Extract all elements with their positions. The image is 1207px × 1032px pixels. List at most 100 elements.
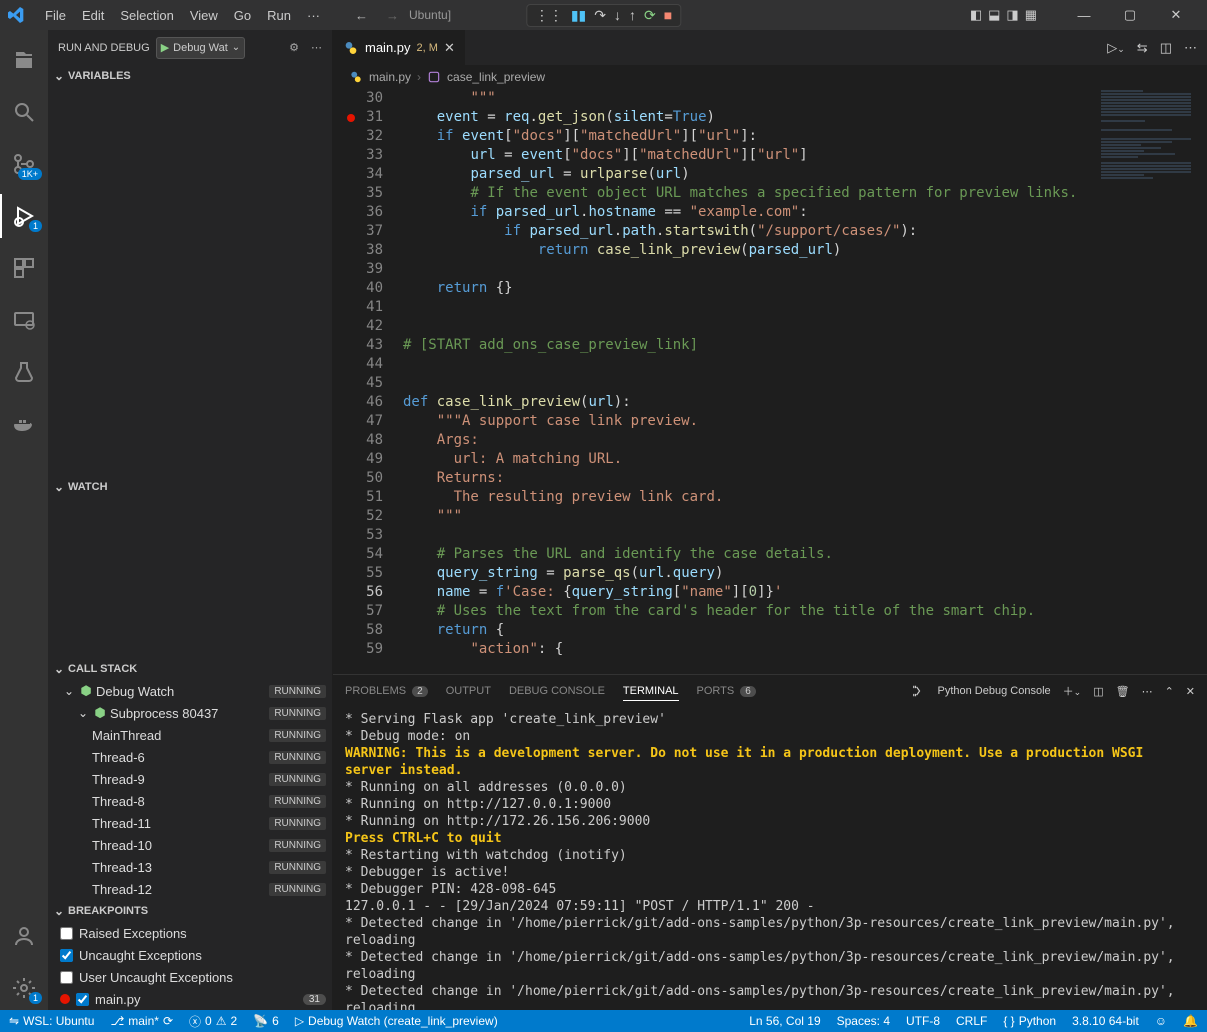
line-number[interactable]: 40 (333, 279, 383, 298)
minimize-button[interactable]: — (1061, 0, 1107, 30)
layout-sidebar-right-icon[interactable]: ◨ (1006, 7, 1018, 23)
callstack-header[interactable]: ⌄ CALL STACK (48, 658, 332, 680)
debug-restart-icon[interactable]: ⟳ (644, 7, 656, 24)
code-line[interactable]: def case_link_preview(url): (403, 393, 1087, 412)
debug-step-over-icon[interactable]: ↷ (594, 7, 606, 24)
line-number[interactable]: 57 (333, 602, 383, 621)
checkbox[interactable] (60, 949, 73, 962)
layout-panel-icon[interactable]: ⬓ (988, 7, 1000, 23)
status-debug[interactable]: ▷ Debug Watch (create_link_preview) (292, 1014, 501, 1028)
callstack-row[interactable]: Thread-11RUNNING (48, 812, 332, 834)
line-number[interactable]: 54 (333, 545, 383, 564)
callstack-row[interactable]: MainThreadRUNNING (48, 724, 332, 746)
compare-icon[interactable]: ⇆ (1137, 40, 1148, 56)
line-number[interactable]: 55 (333, 564, 383, 583)
code-line[interactable] (403, 526, 1087, 545)
activity-debug-icon[interactable]: 1 (0, 194, 48, 238)
debug-step-into-icon[interactable]: ↓ (614, 7, 621, 23)
code-line[interactable]: # Uses the text from the card's header f… (403, 602, 1087, 621)
line-number[interactable]: 49 (333, 450, 383, 469)
line-number[interactable]: 36 (333, 203, 383, 222)
line-number[interactable]: 33 (333, 146, 383, 165)
tab-close-icon[interactable]: ✕ (444, 40, 455, 56)
status-feedback-icon[interactable]: ☺ (1152, 1014, 1170, 1028)
tab-ports[interactable]: PORTS 6 (697, 685, 756, 697)
menu-run[interactable]: Run (260, 4, 298, 27)
code-line[interactable]: name = f'Case: {query_string["name"][0]}… (403, 583, 1087, 602)
line-number[interactable]: 48 (333, 431, 383, 450)
variables-header[interactable]: ⌄ VARIABLES (48, 65, 332, 87)
callstack-row[interactable]: Thread-6RUNNING (48, 746, 332, 768)
breakpoint-option[interactable]: User Uncaught Exceptions (48, 966, 332, 988)
activity-account-icon[interactable] (0, 914, 48, 958)
code-line[interactable]: # Parses the URL and identify the case d… (403, 545, 1087, 564)
close-panel-icon[interactable]: ✕ (1186, 685, 1195, 698)
code-line[interactable] (403, 355, 1087, 374)
checkbox[interactable] (76, 993, 89, 1006)
breadcrumb-file[interactable]: main.py (369, 70, 411, 84)
code-line[interactable] (403, 260, 1087, 279)
code-line[interactable]: The resulting preview link card. (403, 488, 1087, 507)
layout-customize-icon[interactable]: ▦ (1025, 7, 1037, 23)
status-cursor[interactable]: Ln 56, Col 19 (746, 1014, 823, 1028)
code-line[interactable]: return case_link_preview(parsed_url) (403, 241, 1087, 260)
tab-problems[interactable]: PROBLEMS 2 (345, 685, 428, 697)
line-number[interactable]: 39 (333, 260, 383, 279)
run-icon[interactable]: ▷⌄ (1107, 40, 1125, 56)
code-line[interactable]: """ (403, 89, 1087, 108)
code-line[interactable]: if parsed_url.path.startswith("/support/… (403, 222, 1087, 241)
line-number[interactable]: 58 (333, 621, 383, 640)
code-line[interactable]: parsed_url = urlparse(url) (403, 165, 1087, 184)
code-line[interactable]: # If the event object URL matches a spec… (403, 184, 1087, 203)
line-number[interactable]: 41 (333, 298, 383, 317)
activity-scm-icon[interactable]: 1K+ (0, 142, 48, 186)
new-terminal-icon[interactable]: ＋⌄ (1063, 683, 1082, 699)
code-line[interactable]: Returns: (403, 469, 1087, 488)
callstack-row[interactable]: Thread-10RUNNING (48, 834, 332, 856)
code-line[interactable]: """A support case link preview. (403, 412, 1087, 431)
more-icon[interactable]: ⋯ (1142, 685, 1153, 698)
code-line[interactable] (403, 374, 1087, 393)
debug-stop-icon[interactable]: ■ (664, 7, 672, 23)
status-problems[interactable]: ⓧ0 ⚠2 (186, 1013, 240, 1030)
callstack-row[interactable]: Thread-8RUNNING (48, 790, 332, 812)
breakpoint-option[interactable]: Raised Exceptions (48, 922, 332, 944)
code-line[interactable]: if event["docs"]["matchedUrl"]["url"]: (403, 127, 1087, 146)
breakpoints-header[interactable]: ⌄ BREAKPOINTS (48, 900, 332, 922)
status-eol[interactable]: CRLF (953, 1014, 990, 1028)
terminal-name[interactable]: Python Debug Console (938, 685, 1051, 697)
line-number[interactable]: 38 (333, 241, 383, 260)
kill-terminal-icon[interactable]: 🗑 (1116, 685, 1130, 698)
line-number[interactable]: 44 (333, 355, 383, 374)
line-number[interactable]: 51 (333, 488, 383, 507)
menu-go[interactable]: Go (227, 4, 258, 27)
line-number[interactable]: 46 (333, 393, 383, 412)
tab-debug-console[interactable]: DEBUG CONSOLE (509, 685, 605, 697)
split-terminal-icon[interactable]: ◫ (1093, 685, 1103, 698)
layout-sidebar-left-icon[interactable]: ◧ (970, 7, 982, 23)
activity-testing-icon[interactable] (0, 350, 48, 394)
debug-step-out-icon[interactable]: ↑ (629, 7, 636, 23)
terminal-profile-icon[interactable] (912, 684, 926, 698)
code-line[interactable] (403, 317, 1087, 336)
maximize-panel-icon[interactable]: ⌃ (1165, 685, 1174, 698)
breakpoint-option[interactable]: Uncaught Exceptions (48, 944, 332, 966)
menu-view[interactable]: View (183, 4, 225, 27)
nav-forward-icon[interactable]: → (386, 8, 399, 23)
status-encoding[interactable]: UTF-8 (903, 1014, 943, 1028)
callstack-row[interactable]: ⌄⬢Subprocess 80437RUNNING (48, 702, 332, 724)
line-number[interactable]: 42 (333, 317, 383, 336)
more-icon[interactable]: ⋯ (1184, 40, 1197, 56)
more-icon[interactable]: ⋯ (311, 41, 322, 54)
status-bell-icon[interactable]: 🔔 (1180, 1014, 1201, 1028)
callstack-row[interactable]: ⌄⬢Debug WatchRUNNING (48, 680, 332, 702)
line-number[interactable]: 32 (333, 127, 383, 146)
code-line[interactable]: # [START add_ons_case_preview_link] (403, 336, 1087, 355)
checkbox[interactable] (60, 927, 73, 940)
callstack-row[interactable]: Thread-9RUNNING (48, 768, 332, 790)
code-line[interactable]: return {} (403, 279, 1087, 298)
status-spaces[interactable]: Spaces: 4 (834, 1014, 893, 1028)
menu-edit[interactable]: Edit (75, 4, 111, 27)
line-number[interactable]: 53 (333, 526, 383, 545)
debug-config-select[interactable]: ▶ Debug Wat ⌄ (156, 37, 245, 59)
